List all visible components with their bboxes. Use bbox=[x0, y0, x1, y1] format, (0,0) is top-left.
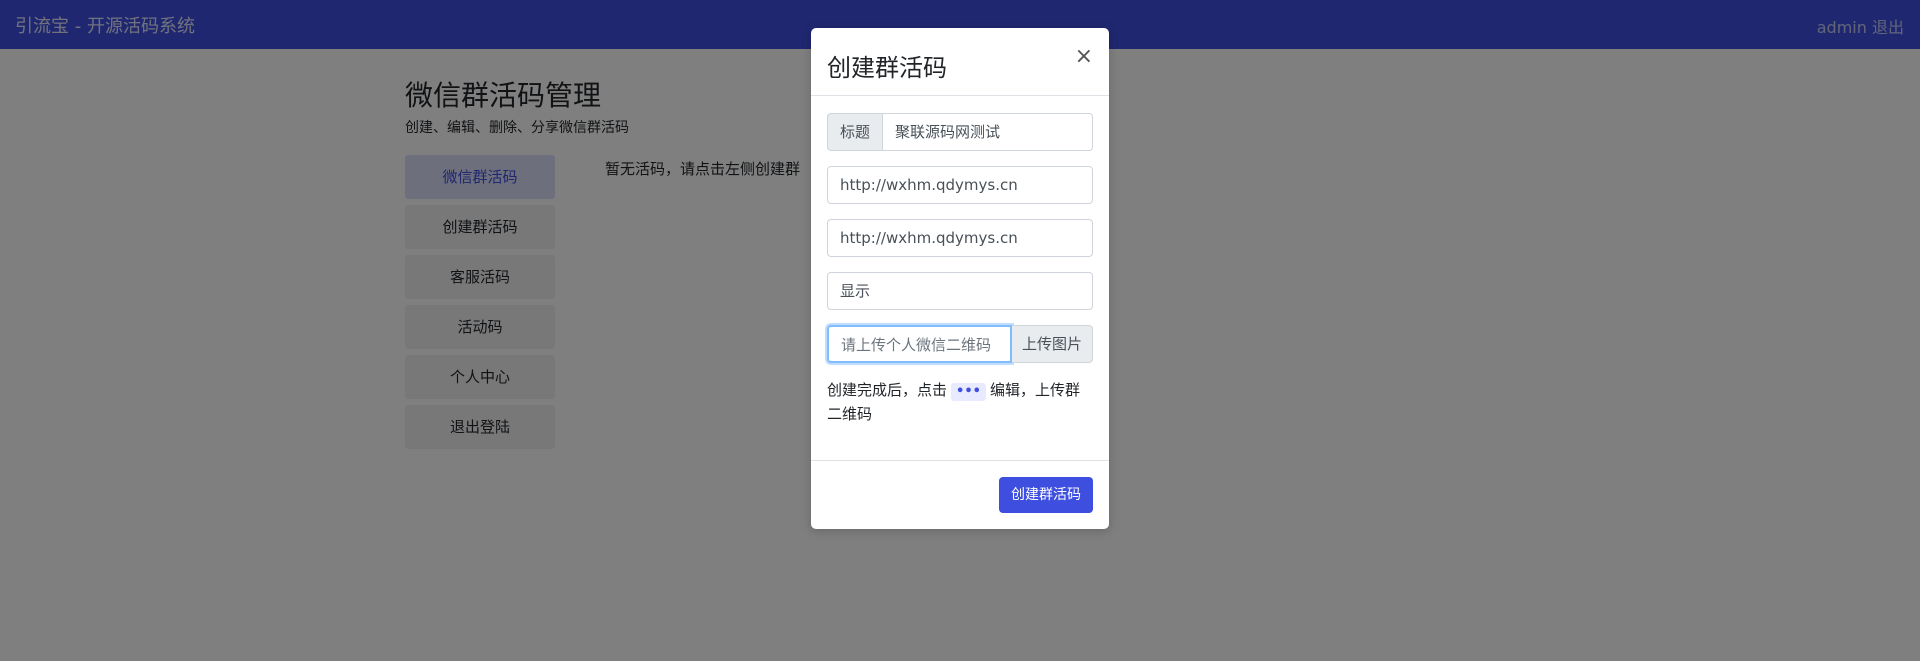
display-select-group: 显示 bbox=[827, 272, 1093, 310]
upload-image-button[interactable]: 上传图片 bbox=[1011, 325, 1093, 363]
hint-text: 创建完成后，点击 ••• 编辑，上传群二维码 bbox=[827, 378, 1093, 426]
close-icon[interactable]: × bbox=[1075, 46, 1093, 68]
hint-text-before: 创建完成后，点击 bbox=[827, 381, 948, 399]
url-input-group-2: http://wxhm.qdymys.cn bbox=[827, 219, 1093, 257]
url-input-2[interactable]: http://wxhm.qdymys.cn bbox=[827, 219, 1093, 257]
title-addon-label: 标题 bbox=[827, 113, 883, 151]
upload-input-group: 请上传个人微信二维码 上传图片 bbox=[827, 325, 1093, 363]
more-dots-icon: ••• bbox=[951, 383, 986, 401]
create-group-code-modal: 创建群活码 × 标题 聚联源码网测试 http://wxhm.qdymys.cn… bbox=[811, 28, 1109, 529]
modal-footer: 创建群活码 bbox=[811, 460, 1109, 529]
title-input[interactable]: 聚联源码网测试 bbox=[882, 113, 1093, 151]
url-input-group-1: http://wxhm.qdymys.cn bbox=[827, 166, 1093, 204]
qrcode-upload-input[interactable]: 请上传个人微信二维码 bbox=[827, 325, 1012, 363]
display-select[interactable]: 显示 bbox=[827, 272, 1093, 310]
modal-body: 标题 聚联源码网测试 http://wxhm.qdymys.cn http://… bbox=[827, 113, 1093, 426]
modal-header: 创建群活码 × bbox=[811, 28, 1109, 96]
create-group-code-button[interactable]: 创建群活码 bbox=[999, 477, 1093, 513]
modal-title: 创建群活码 bbox=[827, 54, 947, 82]
title-input-group: 标题 聚联源码网测试 bbox=[827, 113, 1093, 151]
url-input-1[interactable]: http://wxhm.qdymys.cn bbox=[827, 166, 1093, 204]
